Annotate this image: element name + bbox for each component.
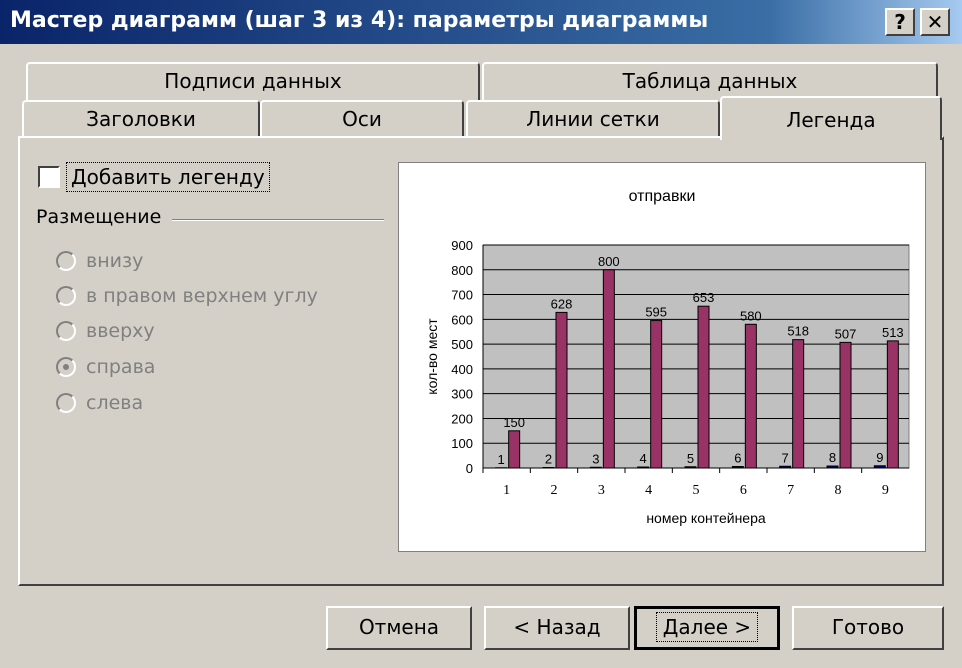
x-tick-label: 6 [740,483,747,498]
radio-top[interactable]: вверху [56,316,155,346]
data-label: 507 [835,326,857,341]
x-tick-label: 1 [503,483,510,498]
x-tick-label: 2 [551,483,558,498]
radio-button-selected[interactable] [56,357,76,377]
y-tick-label: 600 [451,312,473,327]
x-tick-label: 5 [693,483,700,498]
radio-label: справа [86,356,156,378]
tab-titles[interactable]: Заголовки [22,100,260,138]
help-button[interactable]: ? [885,8,915,36]
radio-left[interactable]: слева [56,388,143,418]
bar [684,466,697,469]
radio-button[interactable] [56,393,76,413]
y-tick-label: 200 [451,411,473,426]
data-label: 3 [592,451,599,466]
y-axis-label: кол-во мест [424,318,440,395]
data-label: 653 [693,290,715,305]
data-label: 150 [503,415,525,430]
radio-top-right-corner[interactable]: в правом верхнем углу [56,281,318,311]
finish-button[interactable]: Готово [792,606,944,650]
data-label: 9 [876,450,883,465]
bar [637,466,650,469]
bar [589,466,602,469]
close-button[interactable]: ✕ [920,8,950,36]
x-tick-label: 9 [882,483,889,498]
data-label: 628 [551,296,573,311]
data-label: 1 [498,452,505,467]
radio-button[interactable] [56,321,76,341]
group-divider [172,219,384,221]
bar [779,465,792,469]
cancel-button[interactable]: Отмена [326,606,472,650]
x-tick-label: 3 [598,483,605,498]
placement-group-title: Размещение [36,206,162,228]
bar [508,430,521,469]
bar [873,465,886,469]
data-label: 2 [545,452,552,467]
x-tick-label: 4 [645,483,652,498]
add-legend-label: Добавить легенду [66,162,270,192]
radio-label: слева [86,392,144,414]
tab-data-labels[interactable]: Подписи данных [26,62,480,102]
next-button-label: Далее > [655,612,759,642]
data-label: 800 [598,254,620,269]
data-label: 8 [829,450,836,465]
tab-axes[interactable]: Оси [260,100,464,138]
data-label: 4 [640,451,647,466]
y-tick-label: 800 [451,263,473,278]
x-tick-label: 8 [835,483,842,498]
data-label: 513 [882,325,904,340]
bar [744,323,757,469]
window-title: Мастер диаграмм (шаг 3 из 4): параметры … [10,8,709,33]
bar [886,340,899,469]
tab-legend[interactable]: Легенда [720,96,942,140]
radio-label: внизу [86,250,144,272]
bar [839,341,852,469]
bar [697,305,710,469]
bar [792,339,805,469]
y-tick-label: 100 [451,436,473,451]
data-label: 595 [645,305,667,320]
radio-bottom[interactable]: внизу [56,246,143,276]
y-tick-label: 300 [451,387,473,402]
radio-right[interactable]: справа [56,352,155,382]
data-label: 518 [787,324,809,339]
data-label: 5 [687,451,694,466]
y-tick-label: 500 [451,337,473,352]
y-tick-label: 400 [451,362,473,377]
radio-button[interactable] [56,251,76,271]
chart-svg: отправки01002003004005006007008009001150… [424,188,910,526]
radio-label: вверху [86,320,155,342]
chart-title: отправки [629,188,696,205]
data-label: 7 [782,450,789,465]
y-tick-label: 700 [451,288,473,303]
radio-label: в правом верхнем углу [86,285,318,307]
next-button[interactable]: Далее > [634,606,780,650]
x-axis-label: номер контейнера [646,510,766,526]
x-tick-label: 7 [787,483,794,498]
chart-preview: отправки 0 100 200 300 400 500 600 700 800 900 1 150… [398,162,926,552]
add-legend-checkbox-row[interactable]: Добавить легенду [38,162,270,192]
y-tick-label: 0 [466,461,473,476]
y-tick-label: 900 [451,238,473,253]
bar [650,320,663,469]
title-bar: Мастер диаграмм (шаг 3 из 4): параметры … [0,0,962,44]
bar [826,465,839,469]
back-button[interactable]: < Назад [484,606,630,650]
bar [555,311,568,469]
bar [731,466,744,469]
add-legend-checkbox[interactable] [38,166,60,188]
data-label: 580 [740,308,762,323]
data-label: 6 [734,451,741,466]
tab-gridlines[interactable]: Линии сетки [466,100,720,138]
radio-button[interactable] [56,286,76,306]
bar [602,269,615,469]
